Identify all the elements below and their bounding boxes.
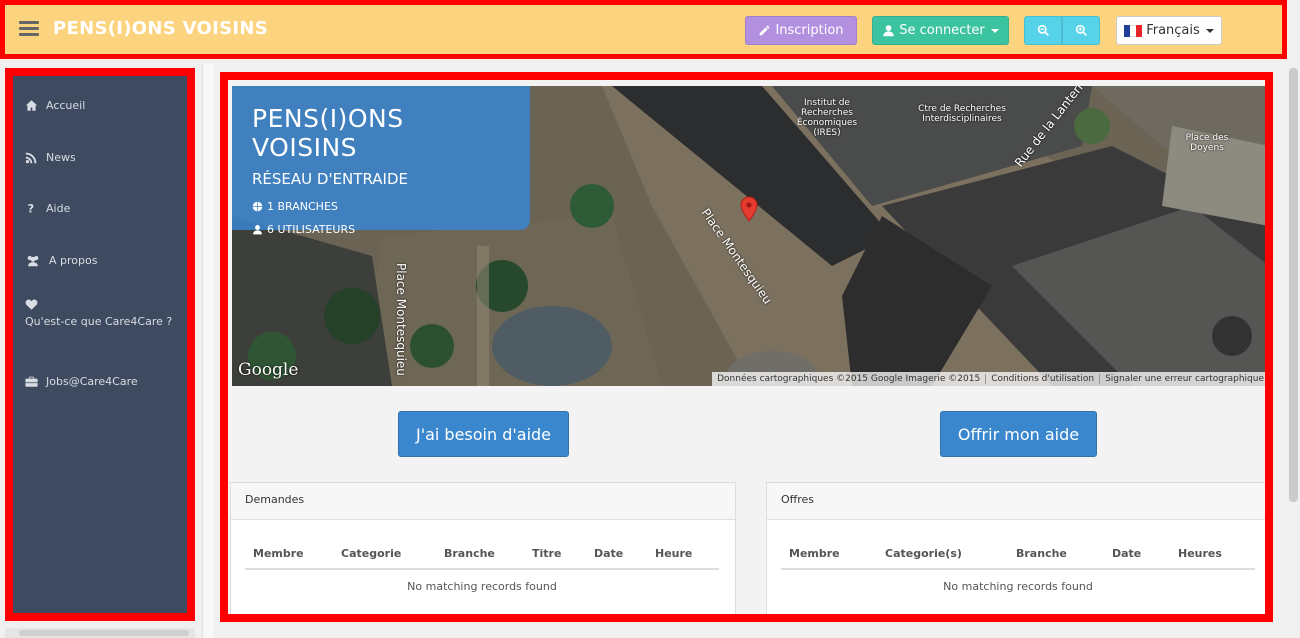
zoom-out-button[interactable] (1024, 16, 1062, 45)
report-error-link[interactable]: Signaler une erreur cartographique (1099, 374, 1265, 384)
sidebar-item-apropos[interactable]: A propos (25, 254, 97, 267)
top-navbar: PENS(I)ONS VOISINS Inscription Se connec… (0, 0, 1287, 59)
column-header[interactable]: Date (1104, 542, 1170, 570)
sidebar-item-label: Aide (46, 202, 71, 215)
france-flag-icon (1124, 24, 1143, 37)
sidebar-item-label: A propos (49, 254, 98, 267)
column-header[interactable]: Heures (1170, 542, 1255, 570)
column-header[interactable]: Heure (647, 542, 719, 570)
users-icon (27, 256, 39, 267)
user-icon (883, 25, 894, 37)
column-header[interactable]: Titre (524, 542, 586, 570)
need-help-button[interactable]: J'ai besoin d'aide (398, 411, 569, 457)
offers-panel-title: Offres (767, 483, 1265, 520)
map-label-doyens: Place des Doyens (1185, 133, 1229, 153)
language-dropdown[interactable]: Français (1116, 16, 1222, 45)
map-info-overlay: PENS(I)ONS VOISINS RÉSEAU D'ENTRAIDE 1 B… (232, 86, 530, 236)
map-attribution: Données cartographiques ©2015 Google Ima… (712, 372, 1265, 386)
login-label: Se connecter (899, 23, 985, 38)
terms-of-use-link[interactable]: Conditions d'utilisation (985, 374, 1099, 384)
page-scrollbar[interactable] (1287, 62, 1300, 638)
brand-title[interactable]: PENS(I)ONS VOISINS (53, 18, 268, 39)
sidebar-scrollbar[interactable] (202, 64, 214, 638)
language-label: Français (1146, 23, 1200, 38)
user-icon (253, 225, 262, 235)
briefcase-icon (25, 376, 38, 387)
home-icon (25, 100, 38, 111)
road-label-montesquieu-vertical: Place Montesquieu (394, 263, 408, 376)
sidebar-horizontal-scrollbar[interactable] (5, 628, 195, 638)
svg-text:?: ? (27, 202, 34, 215)
heart-icon (25, 299, 38, 310)
sidebar-item-news[interactable]: News (25, 151, 76, 164)
zoom-out-icon (1037, 24, 1049, 36)
sidebar-item-label: News (46, 151, 76, 164)
login-dropdown-button[interactable]: Se connecter (872, 16, 1009, 45)
scrollbar-thumb[interactable] (19, 630, 189, 636)
caret-down-icon (1205, 28, 1214, 33)
map-subtitle: RÉSEAU D'ENTRAIDE (252, 170, 408, 188)
question-icon: ? (27, 202, 34, 215)
offers-table: Membre Categorie(s) Branche Date Heures … (781, 542, 1255, 603)
column-header[interactable]: Categorie(s) (877, 542, 1008, 570)
column-header[interactable]: Membre (245, 542, 333, 570)
sidebar-item-accueil[interactable]: Accueil (25, 99, 85, 112)
google-logo[interactable]: Google (238, 360, 298, 380)
branches-count: 1 BRANCHES (252, 200, 510, 213)
users-count: 6 UTILISATEURS (252, 223, 510, 236)
users-label: 6 UTILISATEURS (267, 223, 356, 236)
sidebar-item-label: Accueil (46, 99, 86, 112)
requests-panel: Demandes Membre Categorie Branche Titre … (230, 482, 736, 614)
globe-icon (252, 201, 263, 212)
empty-table-message: No matching records found (943, 580, 1093, 593)
requests-panel-title: Demandes (231, 483, 735, 520)
sidebar-item-aide[interactable]: ? Aide (25, 202, 70, 215)
column-header[interactable]: Categorie (333, 542, 436, 570)
pencil-icon (760, 25, 770, 36)
rss-icon (25, 152, 37, 164)
sidebar-item-jobs[interactable]: Jobs@Care4Care (25, 375, 138, 388)
offers-panel: Offres Membre Categorie(s) Branche Date … (766, 482, 1265, 614)
sidebar-item-label: Qu'est-ce que Care4Care ? (25, 315, 173, 328)
column-header[interactable]: Branche (436, 542, 524, 570)
map-data-credit: Données cartographiques ©2015 Google Ima… (717, 374, 981, 384)
map-marker-icon[interactable] (739, 196, 759, 222)
inscription-button[interactable]: Inscription (745, 16, 857, 45)
sidebar: Accueil News ? Aide A propos Qu'est-ce q… (5, 68, 195, 621)
zoom-in-icon (1075, 24, 1087, 36)
column-header[interactable]: Date (586, 542, 647, 570)
empty-table-message: No matching records found (407, 580, 557, 593)
map-label-ctre: Ctre de Recherches Interdisciplinaires (918, 104, 1006, 124)
sidebar-item-label: Jobs@Care4Care (46, 375, 138, 388)
satellite-map[interactable]: Institut de Recherches Économiques (IRES… (232, 86, 1265, 386)
sidebar-item-care4care[interactable]: Qu'est-ce que Care4Care ? (25, 298, 172, 328)
column-header[interactable]: Membre (781, 542, 877, 570)
branches-label: 1 BRANCHES (267, 200, 338, 213)
requests-table: Membre Categorie Branche Titre Date Heur… (245, 542, 719, 603)
menu-toggle-icon[interactable] (19, 21, 39, 37)
scrollbar-thumb[interactable] (1289, 68, 1298, 502)
inscription-label: Inscription (775, 23, 844, 38)
column-header[interactable]: Branche (1008, 542, 1104, 570)
main-content: Institut de Recherches Économiques (IRES… (220, 72, 1273, 622)
map-title: PENS(I)ONS VOISINS (252, 104, 404, 162)
offer-help-button[interactable]: Offrir mon aide (940, 411, 1097, 457)
map-label-ires: Institut de Recherches Économiques (IRES… (796, 98, 858, 138)
zoom-in-button[interactable] (1062, 16, 1100, 45)
caret-down-icon (990, 28, 999, 33)
